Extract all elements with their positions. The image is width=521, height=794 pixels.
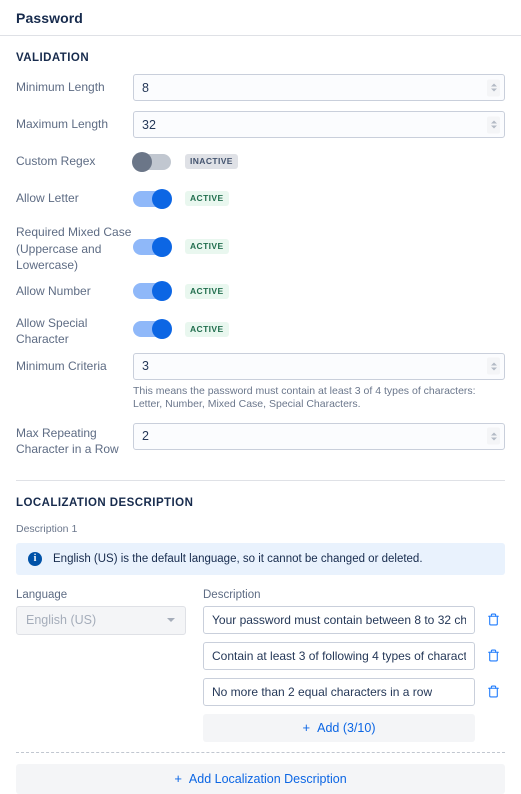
label-minimum-length: Minimum Length bbox=[16, 80, 105, 94]
maximum-length-stepper[interactable] bbox=[487, 116, 500, 133]
chevron-down-icon bbox=[490, 125, 497, 129]
language-label: Language bbox=[16, 588, 68, 601]
trash-icon bbox=[487, 613, 499, 626]
label-maximum-length: Maximum Length bbox=[16, 117, 109, 131]
label-required-mixed-case: Required Mixed Case (Uppercase and Lower… bbox=[16, 225, 132, 272]
minimum-length-input[interactable]: 8 bbox=[133, 74, 505, 101]
description-input-1-value: Your password must contain between 8 to … bbox=[212, 612, 466, 627]
description-label: Description bbox=[203, 588, 261, 601]
chevron-down-icon bbox=[490, 88, 497, 92]
minimum-length-value: 8 bbox=[142, 80, 149, 95]
chevron-up-icon bbox=[490, 362, 497, 365]
delete-description-3-button[interactable] bbox=[481, 684, 505, 699]
validation-section-title: VALIDATION bbox=[16, 52, 90, 64]
toggle-knob bbox=[152, 319, 172, 339]
language-column: Language English (US) bbox=[16, 589, 186, 742]
minimum-criteria-input[interactable]: 3 bbox=[133, 352, 505, 380]
localization-section-title: LOCALIZATION DESCRIPTION bbox=[16, 496, 194, 509]
toggle-allow-letter[interactable] bbox=[133, 188, 172, 209]
chevron-down-icon bbox=[490, 367, 497, 370]
chevron-up-icon bbox=[490, 432, 497, 435]
description-column: Description Your password must contain b… bbox=[203, 589, 505, 742]
status-badge-allow-number: ACTIVE bbox=[185, 283, 229, 299]
info-icon: i bbox=[28, 551, 42, 566]
description-input-3[interactable]: No more than 2 equal characters in a row bbox=[203, 677, 475, 706]
toggle-allow-number[interactable] bbox=[133, 281, 172, 301]
description-row: No more than 2 equal characters in a row bbox=[203, 677, 505, 706]
row-allow-number: Allow Number ACTIVE bbox=[16, 278, 505, 305]
chevron-down-icon bbox=[490, 437, 497, 440]
toggle-knob bbox=[152, 281, 172, 301]
status-badge-custom-regex: INACTIVE bbox=[185, 154, 238, 169]
row-allow-special-character: Allow Special Character ACTIVE bbox=[16, 313, 505, 348]
chevron-up-icon bbox=[490, 83, 497, 87]
minimum-criteria-value: 3 bbox=[142, 359, 149, 373]
page-title: Password bbox=[16, 9, 83, 26]
plus-icon: + bbox=[174, 771, 182, 786]
row-custom-regex: Custom Regex INACTIVE bbox=[16, 148, 505, 175]
status-badge-allow-special-character: ACTIVE bbox=[185, 321, 229, 337]
row-minimum-criteria: Minimum Criteria 3 This means the passwo… bbox=[16, 352, 505, 411]
plus-icon: + bbox=[302, 720, 311, 735]
language-select-value: English (US) bbox=[26, 613, 97, 627]
row-allow-letter: Allow Letter ACTIVE bbox=[16, 185, 505, 212]
page-header: Password bbox=[0, 0, 521, 35]
description-row: Your password must contain between 8 to … bbox=[203, 605, 505, 634]
max-repeating-character-value: 2 bbox=[142, 429, 149, 443]
label-custom-regex: Custom Regex bbox=[16, 154, 96, 168]
description-input-2[interactable]: Contain at least 3 of following 4 types … bbox=[203, 641, 475, 670]
add-description-label: Add (3/10) bbox=[317, 720, 376, 735]
info-banner-text: English (US) is the default language, so… bbox=[53, 552, 423, 565]
add-localization-description-button[interactable]: + Add Localization Description bbox=[16, 763, 505, 794]
description-input-1[interactable]: Your password must contain between 8 to … bbox=[203, 605, 475, 634]
status-badge-allow-letter: ACTIVE bbox=[185, 191, 229, 206]
label-allow-letter: Allow Letter bbox=[16, 191, 79, 205]
row-minimum-length: Minimum Length 8 bbox=[16, 74, 505, 101]
toggle-allow-special-character[interactable] bbox=[133, 319, 172, 339]
label-allow-number: Allow Number bbox=[16, 283, 91, 298]
section-divider bbox=[16, 479, 505, 481]
header-divider bbox=[0, 35, 521, 36]
maximum-length-input[interactable]: 32 bbox=[133, 111, 505, 138]
minimum-criteria-helper-text: This means the password must contain at … bbox=[133, 384, 476, 410]
description-row: Contain at least 3 of following 4 types … bbox=[203, 641, 505, 670]
add-localization-description-label: Add Localization Description bbox=[188, 771, 347, 786]
row-required-mixed-case: Required Mixed Case (Uppercase and Lower… bbox=[16, 222, 505, 274]
minimum-criteria-stepper[interactable] bbox=[487, 357, 500, 375]
chevron-up-icon bbox=[490, 120, 497, 124]
chevron-down-icon bbox=[167, 617, 175, 622]
toggle-knob bbox=[152, 236, 172, 257]
toggle-required-mixed-case[interactable] bbox=[133, 236, 172, 257]
trash-icon bbox=[487, 685, 499, 698]
description-input-3-value: No more than 2 equal characters in a row bbox=[212, 684, 433, 699]
label-allow-special-character: Allow Special Character bbox=[16, 315, 88, 347]
default-language-info-banner: i English (US) is the default language, … bbox=[16, 542, 505, 575]
status-badge-required-mixed-case: ACTIVE bbox=[185, 239, 229, 254]
minimum-length-stepper[interactable] bbox=[487, 79, 500, 96]
trash-icon bbox=[487, 649, 499, 662]
description-input-2-value: Contain at least 3 of following 4 types … bbox=[212, 648, 466, 663]
description-index-label: Description 1 bbox=[16, 522, 78, 535]
localization-dashed-divider bbox=[16, 751, 505, 753]
label-max-repeating-character: Max Repeating Character in a Row bbox=[16, 425, 119, 457]
max-repeating-character-input[interactable]: 2 bbox=[133, 422, 505, 450]
row-maximum-length: Maximum Length 32 bbox=[16, 111, 505, 138]
max-repeating-character-stepper[interactable] bbox=[487, 427, 500, 445]
localization-grid: Language English (US) Description Your p… bbox=[16, 589, 505, 742]
toggle-custom-regex[interactable] bbox=[132, 151, 171, 172]
maximum-length-value: 32 bbox=[142, 117, 156, 132]
delete-description-1-button[interactable] bbox=[481, 612, 505, 627]
language-select[interactable]: English (US) bbox=[16, 605, 186, 635]
add-description-button[interactable]: + Add (3/10) bbox=[203, 713, 475, 742]
label-minimum-criteria: Minimum Criteria bbox=[16, 358, 107, 373]
delete-description-2-button[interactable] bbox=[481, 648, 505, 663]
row-max-repeating-character: Max Repeating Character in a Row 2 bbox=[16, 422, 505, 458]
toggle-knob bbox=[132, 151, 152, 172]
toggle-knob bbox=[152, 188, 172, 209]
settings-content: VALIDATION Minimum Length 8 Maximum Leng… bbox=[0, 52, 521, 794]
